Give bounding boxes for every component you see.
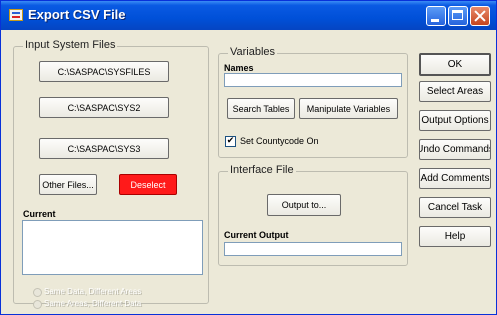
- maximize-button[interactable]: [448, 6, 468, 26]
- radio-same-data-label: Same Data, Different Areas: [44, 287, 142, 296]
- search-tables-button[interactable]: Search Tables: [227, 98, 295, 119]
- output-options-button[interactable]: Output Options: [419, 110, 491, 131]
- countycode-checkbox[interactable]: ✔: [225, 136, 236, 147]
- undo-commands-button[interactable]: Undo Commands: [419, 139, 491, 160]
- input-system-files-legend: Input System Files: [23, 39, 118, 51]
- file-button-sys3[interactable]: C:\SASPAC\SYS3: [39, 138, 169, 159]
- window-title: Export CSV File: [28, 7, 126, 22]
- other-files-button[interactable]: Other Files...: [39, 174, 97, 195]
- cancel-task-button[interactable]: Cancel Task: [419, 197, 491, 218]
- radio-same-data[interactable]: [33, 288, 42, 297]
- radio-same-areas-label: Same Areas, Different Data: [44, 299, 142, 308]
- ok-button[interactable]: OK: [419, 53, 491, 76]
- select-areas-button[interactable]: Select Areas: [419, 81, 491, 102]
- minimize-button[interactable]: [426, 6, 446, 26]
- interface-file-legend: Interface File: [228, 164, 296, 176]
- manipulate-variables-button[interactable]: Manipulate Variables: [299, 98, 398, 119]
- radio-same-areas[interactable]: [33, 300, 42, 309]
- current-list[interactable]: [22, 220, 203, 275]
- countycode-label: Set Countycode On: [240, 136, 319, 146]
- close-button[interactable]: [470, 6, 490, 26]
- deselect-button[interactable]: Deselect: [119, 174, 177, 195]
- current-label: Current: [23, 209, 56, 219]
- add-comments-button[interactable]: Add Comments: [419, 168, 491, 189]
- file-button-sys2[interactable]: C:\SASPAC\SYS2: [39, 97, 169, 118]
- output-to-button[interactable]: Output to...: [267, 194, 341, 216]
- export-csv-window: Export CSV File Input System Files C:\SA…: [0, 0, 497, 315]
- title-bar[interactable]: Export CSV File: [1, 1, 496, 30]
- names-label: Names: [224, 63, 254, 73]
- file-button-sysfiles[interactable]: C:\SASPAC\SYSFILES: [39, 61, 169, 82]
- current-output-field[interactable]: [224, 242, 402, 256]
- names-field[interactable]: [224, 73, 402, 87]
- app-icon: [9, 9, 23, 21]
- help-button[interactable]: Help: [419, 226, 491, 247]
- variables-legend: Variables: [228, 46, 278, 58]
- current-output-label: Current Output: [224, 230, 289, 240]
